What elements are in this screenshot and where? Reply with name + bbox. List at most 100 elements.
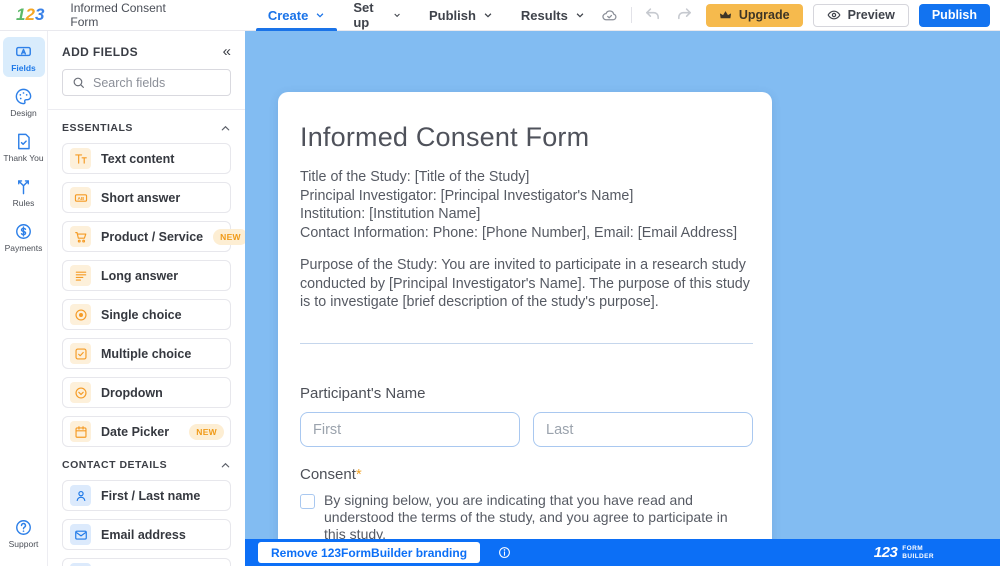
rail-label-rules: Rules (13, 198, 35, 208)
chevron-up-icon (220, 123, 231, 134)
support-help-icon (14, 518, 33, 537)
first-name-input[interactable] (300, 412, 520, 447)
branding-bar: Remove 123FormBuilder branding 123 FORM … (245, 539, 1000, 566)
rail-item-payments[interactable]: Payments (3, 217, 45, 257)
brand-line2: BUILDER (902, 553, 934, 561)
rail-item-design[interactable]: Design (3, 82, 45, 122)
checkbox-multiple-choice-icon (70, 343, 91, 364)
fields-icon (14, 42, 33, 61)
nav-tab-results[interactable]: Results (507, 0, 599, 31)
brand-digits: 123 (874, 544, 898, 561)
rail-item-thank-you[interactable]: Thank You (3, 127, 45, 167)
palette-icon (14, 87, 33, 106)
rail-item-rules[interactable]: Rules (3, 172, 45, 212)
field-item-single-choice[interactable]: Single choice (62, 299, 231, 330)
rail-label-support: Support (9, 539, 39, 549)
add-fields-panel: ADD FIELDS « ESSENTIALS Text content AB … (48, 31, 245, 566)
field-item-label: Date Picker (101, 425, 169, 439)
logo-digit-3: 3 (35, 5, 44, 25)
cloud-saved-icon (599, 4, 621, 26)
nav-tab-create[interactable]: Create (254, 0, 339, 31)
search-input[interactable] (93, 76, 221, 90)
remove-branding-button[interactable]: Remove 123FormBuilder branding (258, 542, 480, 563)
form-card[interactable]: Informed Consent Form Title of the Study… (278, 92, 772, 566)
chevron-down-icon (315, 10, 325, 20)
field-item-label: Multiple choice (101, 347, 191, 361)
eye-icon (827, 8, 841, 22)
consent-option-text: By signing below, you are indicating tha… (324, 492, 753, 543)
form-title[interactable]: Informed Consent Form (300, 122, 753, 153)
new-badge: NEW (189, 424, 224, 440)
chevron-down-icon (575, 10, 585, 20)
nav-tab-setup-label: Set up (353, 0, 385, 30)
consent-option-row: By signing below, you are indicating tha… (300, 492, 753, 543)
field-item-date-picker[interactable]: Date Picker NEW (62, 416, 231, 447)
info-icon[interactable] (498, 546, 511, 559)
consent-field[interactable]: Consent* By signing below, you are indic… (300, 466, 753, 543)
form-purpose-paragraph[interactable]: Purpose of the Study: You are invited to… (300, 256, 753, 312)
section-header-contact-details[interactable]: CONTACT DETAILS (62, 459, 231, 471)
undo-icon[interactable] (642, 4, 664, 26)
field-item-email-address[interactable]: Email address (62, 519, 231, 550)
field-item-dropdown[interactable]: Dropdown (62, 377, 231, 408)
chevron-up-icon (220, 460, 231, 471)
rail-item-fields[interactable]: Fields (3, 37, 45, 77)
field-item-product-service[interactable]: Product / Service NEW (62, 221, 231, 252)
collapse-panel-icon[interactable]: « (223, 44, 231, 59)
field-item-label: First / Last name (101, 489, 200, 503)
participant-name-row (300, 412, 753, 447)
dropdown-icon (70, 382, 91, 403)
form-builder-app: 1 2 3 Informed Consent Form Create Set u… (0, 0, 1000, 566)
field-item-multiple-choice[interactable]: Multiple choice (62, 338, 231, 369)
consent-checkbox[interactable] (300, 494, 315, 509)
thank-you-page-icon (14, 132, 33, 151)
field-item-label: Email address (101, 528, 186, 542)
field-item-text-content[interactable]: Text content (62, 143, 231, 174)
redo-icon[interactable] (674, 4, 696, 26)
rail-label-thank-you: Thank You (3, 153, 43, 163)
search-box[interactable] (62, 69, 231, 96)
field-item-partial[interactable] (62, 558, 231, 566)
divider (631, 7, 632, 23)
nav-tab-results-label: Results (521, 8, 568, 23)
radio-single-choice-icon (70, 304, 91, 325)
chevron-down-icon (483, 10, 493, 20)
rail-item-support[interactable]: Support (3, 513, 45, 553)
nav-tab-publish[interactable]: Publish (415, 0, 507, 31)
field-item-label: Long answer (101, 269, 178, 283)
intro-line: Contact Information: Phone: [Phone Numbe… (300, 224, 753, 243)
field-item-first-last-name[interactable]: First / Last name (62, 480, 231, 511)
form-intro-paragraph[interactable]: Title of the Study: [Title of the Study]… (300, 168, 753, 242)
rail-label-design: Design (10, 108, 36, 118)
upgrade-button[interactable]: Upgrade (706, 4, 803, 27)
brand-wordmark: FORM BUILDER (902, 545, 934, 561)
form-name-label[interactable]: Informed Consent Form (70, 1, 193, 29)
nav-tab-create-label: Create (268, 8, 308, 23)
section-title-contact-details: CONTACT DETAILS (62, 459, 167, 471)
section-header-essentials[interactable]: ESSENTIALS (62, 122, 231, 134)
upgrade-label: Upgrade (739, 8, 790, 22)
last-name-input[interactable] (533, 412, 753, 447)
intro-line: Principal Investigator: [Principal Inves… (300, 187, 753, 206)
field-item-long-answer[interactable]: Long answer (62, 260, 231, 291)
formbuilder-brand-logo: 123 FORM BUILDER (874, 544, 934, 561)
left-rail: Fields Design Thank You Rules Payme (0, 31, 48, 566)
rail-label-payments: Payments (5, 243, 43, 253)
nav-tab-setup[interactable]: Set up (339, 0, 415, 31)
text-content-icon (70, 148, 91, 169)
search-icon (72, 76, 85, 89)
form-canvas: Informed Consent Form Title of the Study… (245, 31, 1000, 566)
branch-rules-icon (14, 177, 33, 196)
top-bar: 1 2 3 Informed Consent Form Create Set u… (0, 0, 1000, 31)
consent-label: Consent* (300, 466, 753, 483)
main-nav: Create Set up Publish Results (254, 0, 599, 31)
participant-name-label[interactable]: Participant's Name (300, 385, 753, 402)
chevron-down-icon (393, 10, 401, 20)
preview-button[interactable]: Preview (813, 4, 909, 27)
long-answer-icon (70, 265, 91, 286)
field-item-short-answer[interactable]: AB Short answer (62, 182, 231, 213)
svg-text:AB: AB (77, 196, 84, 201)
app-logo[interactable]: 1 2 3 (16, 5, 44, 25)
publish-button[interactable]: Publish (919, 4, 990, 27)
short-answer-icon: AB (70, 187, 91, 208)
